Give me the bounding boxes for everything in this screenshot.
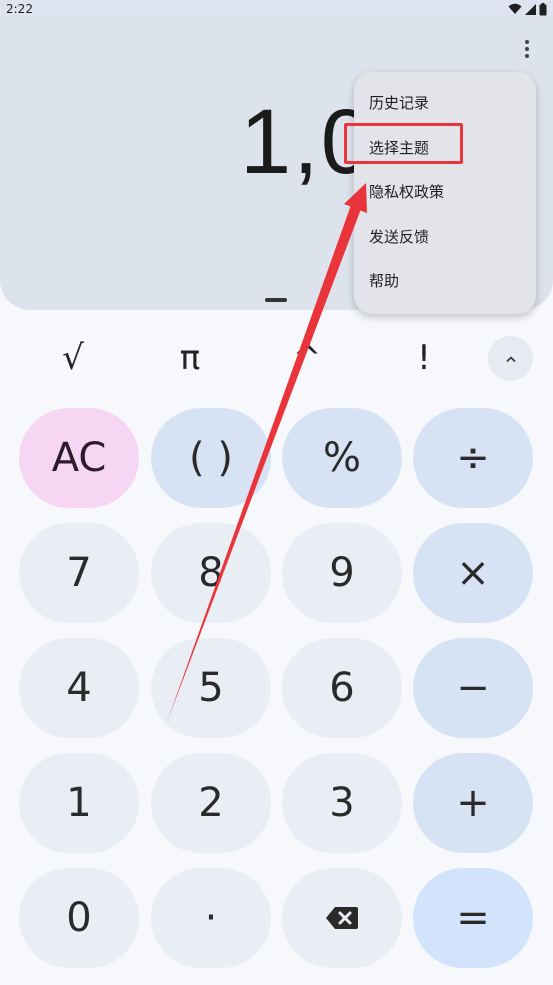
sqrt-key[interactable]: √ [38, 330, 108, 386]
battery-icon [539, 2, 547, 16]
pi-key[interactable]: π [155, 330, 225, 386]
power-key[interactable]: ^ [272, 330, 342, 386]
menu-item-history[interactable]: 历史记录 [354, 80, 536, 124]
digit-4-button[interactable]: 4 [19, 638, 139, 738]
menu-item-choose-theme[interactable]: 选择主题 [354, 125, 536, 169]
equals-button[interactable]: = [413, 868, 533, 968]
decimal-button[interactable]: · [151, 868, 271, 968]
percent-button[interactable]: % [282, 408, 402, 508]
expand-chevron-icon[interactable] [488, 336, 533, 381]
digit-2-button[interactable]: 2 [151, 753, 271, 853]
digit-0-button[interactable]: 0 [19, 868, 139, 968]
backspace-button[interactable] [282, 868, 402, 968]
factorial-key[interactable]: ! [389, 330, 459, 386]
parentheses-button[interactable]: ( ) [151, 408, 271, 508]
plus-button[interactable]: + [413, 753, 533, 853]
digit-6-button[interactable]: 6 [282, 638, 402, 738]
overflow-menu: 历史记录 选择主题 隐私权政策 发送反馈 帮助 [354, 72, 536, 314]
more-options-icon[interactable] [515, 36, 539, 62]
digit-7-button[interactable]: 7 [19, 523, 139, 623]
backspace-icon [326, 907, 358, 929]
menu-item-privacy-policy[interactable]: 隐私权政策 [354, 169, 536, 213]
status-bar: 2:22 [0, 0, 553, 18]
status-time: 2:22 [6, 2, 33, 16]
divide-button[interactable]: ÷ [413, 408, 533, 508]
digit-3-button[interactable]: 3 [282, 753, 402, 853]
digit-8-button[interactable]: 8 [151, 523, 271, 623]
minus-button[interactable]: − [413, 638, 533, 738]
signal-icon [525, 3, 536, 15]
digit-5-button[interactable]: 5 [151, 638, 271, 738]
wifi-icon [508, 3, 522, 15]
calculator-screen: 1,0 2:22 √ π ^ ! AC ( ) % ÷ 7 8 9 × 4 5 [0, 0, 553, 985]
digit-1-button[interactable]: 1 [19, 753, 139, 853]
digit-9-button[interactable]: 9 [282, 523, 402, 623]
drag-handle[interactable] [265, 298, 287, 302]
menu-item-send-feedback[interactable]: 发送反馈 [354, 214, 536, 258]
menu-item-help[interactable]: 帮助 [354, 258, 536, 302]
multiply-button[interactable]: × [413, 523, 533, 623]
all-clear-button[interactable]: AC [19, 408, 139, 508]
